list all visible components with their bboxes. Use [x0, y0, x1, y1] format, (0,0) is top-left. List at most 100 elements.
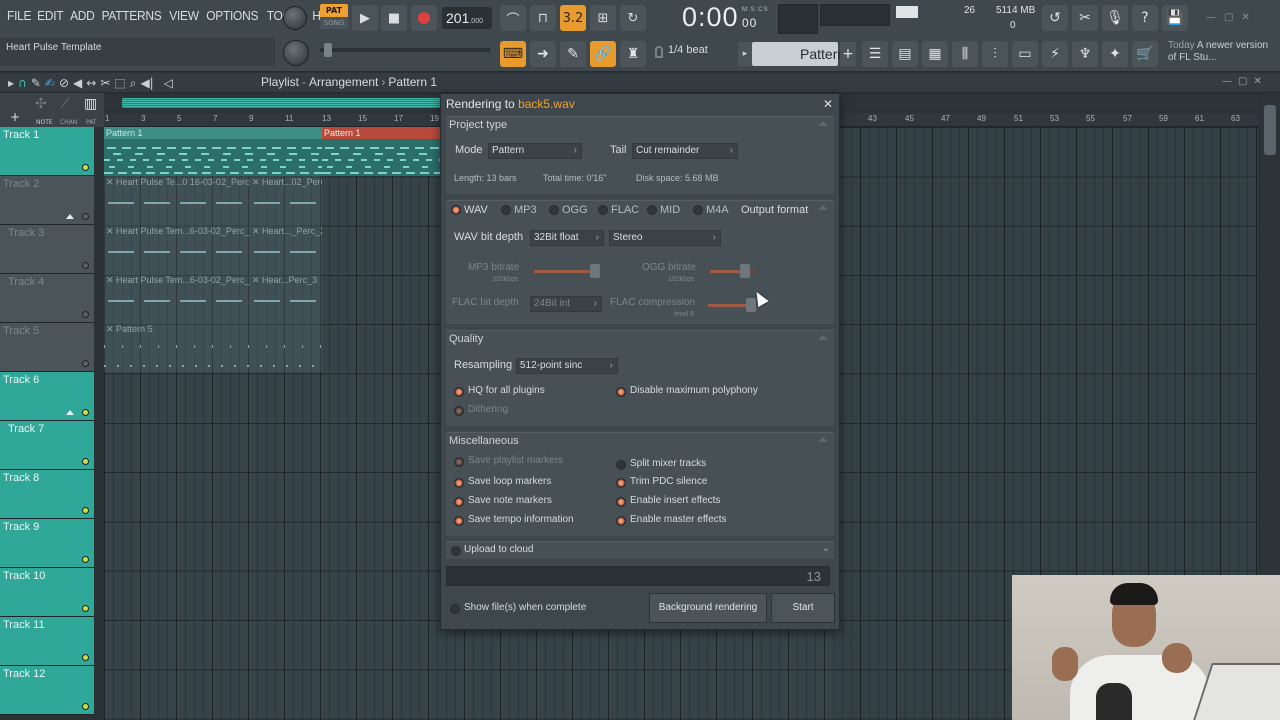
- mode-select[interactable]: Pattern: [488, 143, 582, 159]
- format-radio-flac[interactable]: [598, 205, 608, 215]
- collapse-icon[interactable]: [818, 335, 828, 340]
- magnet-icon[interactable]: ∩: [18, 76, 27, 91]
- track-header[interactable]: Track 4: [0, 274, 94, 323]
- news-panel[interactable]: Today A newer version of FL Stu...: [1168, 40, 1274, 64]
- tail-select[interactable]: Cut remainder: [632, 143, 738, 159]
- channels-select[interactable]: Stereo: [609, 230, 721, 246]
- disable-max-polyphony-checkbox[interactable]: [616, 387, 626, 397]
- zoom-icon[interactable]: ⌕: [130, 76, 137, 91]
- playback-icon[interactable]: ◀|: [140, 76, 153, 91]
- track-mute-led[interactable]: [82, 360, 89, 367]
- record-button[interactable]: [411, 5, 437, 31]
- maximize-icon[interactable]: ▢: [1238, 76, 1253, 87]
- audio-clip[interactable]: ✕ Heart Pulse Tem...6-03-02_Perc_2: [104, 225, 250, 274]
- track-header[interactable]: Track 8: [0, 470, 94, 519]
- arrow-right-icon[interactable]: ▸: [8, 76, 14, 91]
- close-window-icon[interactable]: ✕: [1241, 12, 1257, 23]
- track-mute-led[interactable]: [82, 507, 89, 514]
- track-header[interactable]: Track 12: [0, 666, 94, 715]
- metronome-button[interactable]: ⌒: [500, 5, 526, 31]
- dithering-label[interactable]: Dithering: [468, 404, 508, 415]
- hq-plugins-checkbox[interactable]: [454, 387, 464, 397]
- dithering-checkbox[interactable]: [454, 406, 464, 416]
- upload-label[interactable]: Upload to cloud: [464, 544, 534, 555]
- format-radio-ogg[interactable]: [549, 205, 559, 215]
- mp3-bitrate-slider[interactable]: [534, 264, 600, 278]
- track-mute-led[interactable]: [82, 556, 89, 563]
- audio-clip[interactable]: ✕ Heart Pulse Tem...6-03-02_Perc_3: [104, 274, 250, 323]
- track-header[interactable]: Track 3: [0, 225, 94, 274]
- blend-notes-button[interactable]: ⊞: [590, 5, 616, 31]
- save-note-markers-label[interactable]: Save note markers: [468, 495, 552, 506]
- audio-clip[interactable]: ✕ Hear...Perc_3: [250, 274, 322, 323]
- format-wav-label[interactable]: WAV: [464, 204, 488, 216]
- mixer-button[interactable]: ⫼: [952, 41, 978, 67]
- trim-pdc-checkbox[interactable]: [616, 478, 626, 488]
- channel-icon[interactable]: ⟋: [60, 96, 70, 112]
- track-mute-led[interactable]: [82, 164, 89, 171]
- cut-tool-button[interactable]: ✂: [1072, 5, 1098, 31]
- pat-mode[interactable]: PAT: [320, 4, 348, 17]
- track-mute-led[interactable]: [82, 409, 89, 416]
- close-icon[interactable]: ✕: [823, 97, 833, 111]
- master-effects-label[interactable]: Enable master effects: [630, 514, 727, 525]
- track-header[interactable]: Track 6: [0, 372, 94, 421]
- channel-rack-button[interactable]: ▦: [922, 41, 948, 67]
- save-loop-markers-checkbox[interactable]: [454, 478, 464, 488]
- stamp-button[interactable]: ♜: [620, 41, 646, 67]
- background-rendering-button[interactable]: Background rendering: [649, 593, 767, 623]
- track-mute-led[interactable]: [82, 213, 89, 220]
- note-icon[interactable]: ✣: [35, 96, 47, 112]
- menu-view[interactable]: VIEW: [168, 8, 201, 23]
- help-button[interactable]: ?: [1132, 5, 1158, 31]
- split-mixer-tracks-checkbox[interactable]: [616, 460, 626, 470]
- minimize-icon[interactable]: —: [1206, 12, 1224, 23]
- undo-button[interactable]: ↺: [1042, 5, 1068, 31]
- flac-compression-slider[interactable]: [708, 298, 756, 312]
- audio-clip[interactable]: ✕ Heart...02_Perc: [250, 176, 322, 225]
- insert-effects-label[interactable]: Enable insert effects: [630, 495, 720, 506]
- loop-record-button[interactable]: ↻: [620, 5, 646, 31]
- track-mute-led[interactable]: [82, 703, 89, 710]
- track-header[interactable]: Track 9: [0, 519, 94, 568]
- collapse-icon[interactable]: [818, 437, 828, 442]
- minimize-icon[interactable]: —: [1222, 76, 1238, 87]
- track-up-arrow-icon[interactable]: [66, 214, 74, 219]
- format-mp3-label[interactable]: MP3: [514, 204, 537, 216]
- save-playlist-markers-label[interactable]: Save playlist markers: [468, 455, 563, 466]
- draw-tool-button[interactable]: ✎: [560, 41, 586, 67]
- menu-file[interactable]: FILE: [5, 8, 33, 23]
- track-mute-led[interactable]: [82, 311, 89, 318]
- breadcrumb-pattern[interactable]: Pattern 1: [388, 75, 437, 89]
- format-radio-mp3[interactable]: [501, 205, 511, 215]
- pattern-prev-button[interactable]: ▸: [738, 42, 752, 66]
- disable-max-polyphony-label[interactable]: Disable maximum polyphony: [630, 385, 758, 396]
- close-icon[interactable]: ✕: [1253, 76, 1267, 87]
- play-button[interactable]: ▶: [352, 5, 378, 31]
- save-tempo-label[interactable]: Save tempo information: [468, 514, 574, 525]
- collapse-icon[interactable]: [818, 121, 828, 126]
- shop-button[interactable]: 🛒: [1132, 41, 1158, 67]
- track-mute-led[interactable]: [82, 458, 89, 465]
- format-radio-m4a[interactable]: [693, 205, 703, 215]
- slider-handle[interactable]: [590, 264, 600, 278]
- track-mute-led[interactable]: [82, 654, 89, 661]
- time-display[interactable]: 0:00 M:S:CS 00: [682, 2, 772, 36]
- show-files-checkbox[interactable]: [450, 604, 460, 614]
- slider-handle[interactable]: [740, 264, 750, 278]
- piano-roll-button[interactable]: ▤: [892, 41, 918, 67]
- playlist-window-controls[interactable]: —▢✕: [1222, 76, 1268, 87]
- menu-options[interactable]: OPTIONS: [205, 8, 261, 23]
- hq-plugins-label[interactable]: HQ for all plugins: [468, 385, 545, 396]
- format-flac-label[interactable]: FLAC: [611, 204, 639, 216]
- format-radio-mid[interactable]: [647, 205, 657, 215]
- save-loop-markers-label[interactable]: Save loop markers: [468, 476, 551, 487]
- audio-input-button[interactable]: 🎙: [1102, 5, 1128, 31]
- playlist-button[interactable]: ☰: [862, 41, 888, 67]
- mute-icon[interactable]: ◀: [73, 76, 82, 91]
- save-note-markers-checkbox[interactable]: [454, 497, 464, 507]
- vertical-scroll-thumb[interactable]: [1264, 105, 1276, 155]
- slice-icon[interactable]: ✂: [100, 76, 110, 91]
- breadcrumb-arrangement[interactable]: Arrangement: [309, 75, 378, 89]
- track-header[interactable]: Track 11: [0, 617, 94, 666]
